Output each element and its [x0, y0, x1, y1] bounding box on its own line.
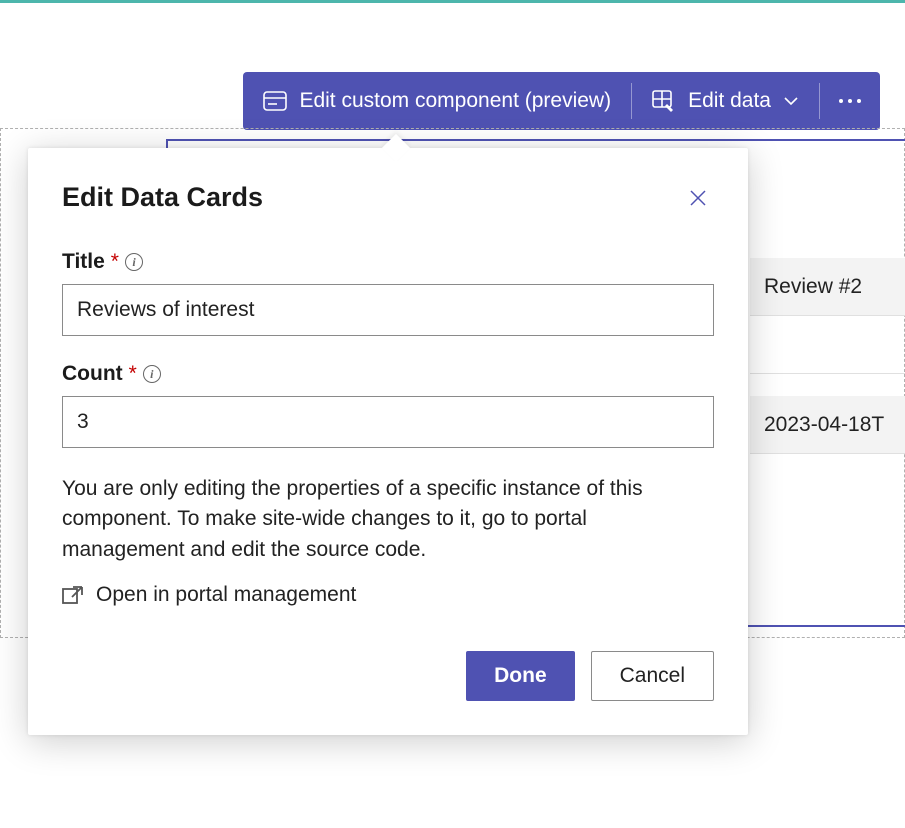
cell-value: 2023-04-18T: [764, 413, 884, 437]
close-button[interactable]: [682, 182, 714, 214]
table-row: Review #2: [750, 258, 905, 316]
edit-data-button[interactable]: Edit data: [632, 72, 819, 130]
title-input[interactable]: [62, 284, 714, 336]
close-icon: [688, 188, 708, 208]
help-text: You are only editing the properties of a…: [62, 474, 714, 565]
info-icon[interactable]: i: [125, 253, 143, 271]
title-label: Title: [62, 250, 105, 274]
count-input[interactable]: [62, 396, 714, 448]
count-label-row: Count * i: [62, 362, 714, 386]
popover-title: Edit Data Cards: [62, 182, 263, 213]
edit-custom-component-button[interactable]: Edit custom component (preview): [243, 72, 631, 130]
table-edit-icon: [652, 90, 676, 112]
info-icon[interactable]: i: [143, 365, 161, 383]
popover-footer: Done Cancel: [62, 651, 714, 701]
edit-data-label: Edit data: [688, 89, 771, 113]
form-icon: [263, 91, 287, 111]
open-portal-management-link[interactable]: Open in portal management: [62, 583, 714, 607]
ellipsis-icon: [838, 98, 862, 104]
done-button[interactable]: Done: [466, 651, 575, 701]
chevron-down-icon: [783, 96, 799, 106]
count-field-group: Count * i: [62, 362, 714, 448]
table-row: [750, 316, 905, 374]
cancel-button[interactable]: Cancel: [591, 651, 714, 701]
editor-toolbar: Edit custom component (preview) Edit dat…: [243, 72, 880, 130]
external-link-icon: [62, 585, 84, 605]
edit-custom-component-label: Edit custom component (preview): [299, 89, 611, 113]
title-label-row: Title * i: [62, 250, 714, 274]
cell-value: Review #2: [764, 275, 862, 299]
portal-link-label: Open in portal management: [96, 583, 356, 607]
count-label: Count: [62, 362, 123, 386]
popover-header: Edit Data Cards: [62, 182, 714, 214]
more-actions-button[interactable]: [820, 72, 880, 130]
required-asterisk: *: [111, 250, 119, 274]
title-field-group: Title * i: [62, 250, 714, 336]
top-accent-line: [0, 0, 905, 3]
table-row: 2023-04-18T: [750, 396, 905, 454]
required-asterisk: *: [129, 362, 137, 386]
edit-data-cards-popover: Edit Data Cards Title * i Count * i You …: [28, 148, 748, 735]
